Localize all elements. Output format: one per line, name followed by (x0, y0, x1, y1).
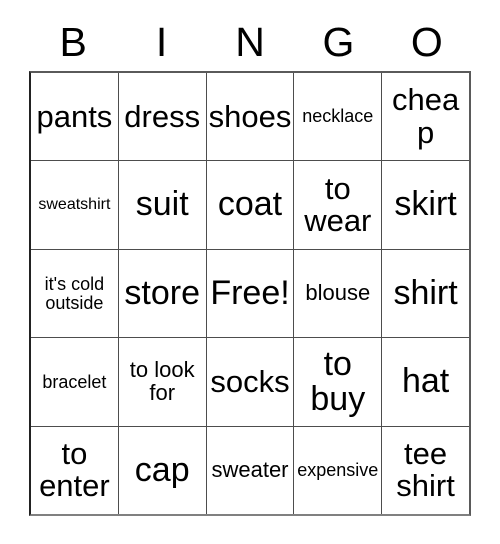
bingo-cell-label: sweater (211, 456, 289, 482)
bingo-cell-label: to look for (129, 357, 195, 405)
bingo-cell-label: to enter (39, 436, 110, 504)
bingo-cell-free[interactable]: Free! (205, 249, 294, 338)
bingo-header-letter-g: G (322, 19, 355, 65)
bingo-row: it's cold outside store Free! blouse shi… (31, 248, 469, 338)
bingo-header-letter-n: N (235, 19, 265, 65)
bingo-cell[interactable]: sweatshirt (31, 161, 118, 248)
bingo-cell[interactable]: skirt (381, 161, 469, 249)
bingo-cell[interactable]: coat (205, 161, 294, 249)
bingo-card: B I N G O pants dress shoes necklace che… (0, 0, 500, 544)
bingo-cell[interactable]: to buy (293, 338, 381, 426)
bingo-cell[interactable]: tee shirt (381, 426, 469, 515)
bingo-cell-label: pants (36, 98, 113, 134)
bingo-cell-label: socks (210, 363, 290, 399)
bingo-cell-label: necklace (302, 106, 374, 127)
bingo-cell[interactable]: bracelet (31, 338, 118, 425)
bingo-cell-label: it's cold outside (44, 273, 105, 313)
bingo-cell-label: cap (134, 450, 190, 489)
bingo-cell[interactable]: blouse (293, 249, 381, 338)
bingo-row: pants dress shoes necklace cheap (31, 73, 469, 161)
bingo-cell[interactable]: to look for (117, 338, 206, 426)
bingo-cell[interactable]: sweater (205, 426, 294, 515)
bingo-header-letter-b: B (59, 19, 87, 65)
bingo-header-letter-o: O (410, 19, 443, 65)
bingo-free-label: Free! (210, 273, 290, 312)
bingo-header-row: B I N G O (29, 14, 471, 71)
bingo-cell[interactable]: socks (205, 338, 294, 426)
bingo-header-letter-i: I (155, 19, 168, 65)
bingo-cell-label: bracelet (42, 371, 107, 392)
bingo-cell-label: store (124, 273, 200, 312)
bingo-row: to enter cap sweater expensive tee shirt (31, 425, 469, 515)
bingo-cell-label: coat (217, 185, 283, 224)
bingo-cell[interactable]: suit (117, 161, 206, 249)
bingo-cell-label: suit (135, 185, 189, 224)
bingo-cell[interactable]: to wear (293, 161, 381, 249)
bingo-cell-label: expensive (297, 459, 379, 480)
bingo-cell[interactable]: hat (381, 338, 469, 426)
bingo-cell[interactable]: it's cold outside (31, 250, 118, 337)
bingo-grid: pants dress shoes necklace cheap sweatsh… (29, 71, 471, 516)
bingo-cell[interactable]: shoes (205, 73, 294, 161)
bingo-cell-label: dress (124, 98, 201, 134)
bingo-cell[interactable]: store (117, 249, 206, 338)
bingo-row: sweatshirt suit coat to wear skirt (31, 160, 469, 249)
bingo-cell[interactable]: pants (31, 73, 118, 160)
bingo-cell[interactable]: necklace (293, 73, 381, 161)
bingo-cell-label: shoes (208, 98, 292, 134)
bingo-cell-label: blouse (305, 280, 371, 306)
bingo-cell-label: to buy (310, 344, 366, 418)
bingo-cell[interactable]: cheap (381, 73, 469, 161)
bingo-row: bracelet to look for socks to buy hat (31, 337, 469, 426)
bingo-cell[interactable]: expensive (293, 426, 381, 515)
bingo-cell-label: tee shirt (396, 436, 455, 504)
bingo-cell-label: sweatshirt (38, 195, 111, 213)
bingo-cell-label: hat (401, 362, 450, 401)
bingo-cell[interactable]: shirt (381, 249, 469, 338)
bingo-cell-label: shirt (393, 273, 458, 312)
bingo-cell-label: cheap (391, 82, 460, 150)
bingo-cell-label: skirt (394, 185, 457, 224)
bingo-cell[interactable]: to enter (31, 427, 118, 514)
bingo-cell[interactable]: dress (117, 73, 206, 161)
bingo-cell[interactable]: cap (117, 426, 206, 515)
bingo-cell-label: to wear (304, 170, 372, 239)
